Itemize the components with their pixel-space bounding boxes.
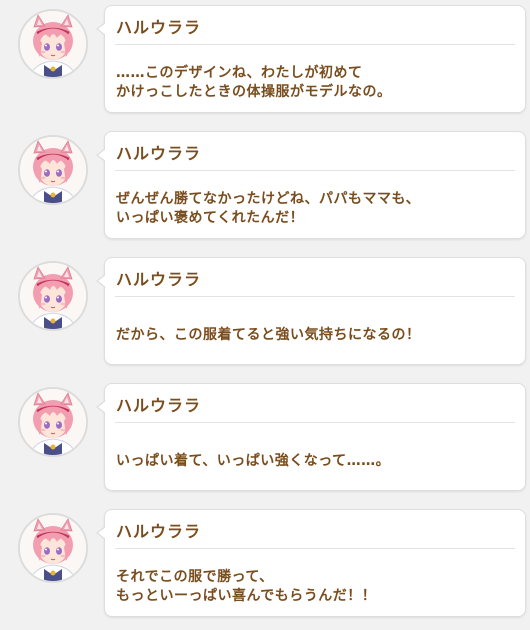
dialogue-log[interactable]: ハルウララ ……このデザインね、わたしが初めてかけっこしたときの体操服がモデルなの… (0, 0, 530, 630)
speech-bubble: ハルウララぜんぜん勝てなかったけどね、パパもママも、 いっぱい褒めてくれたんだ！ (96, 131, 526, 239)
dialogue-line: ……このデザインね、わたしが初めて (116, 65, 363, 81)
dialogue-line: だから、この服着てると強い気持ちになるの！ (116, 327, 421, 343)
speaker-name: ハルウララ (116, 396, 202, 415)
dialogue-entry: ハルウララだから、この服着てると強い気持ちになるの！ (0, 252, 530, 370)
speaker-name: ハルウララ (116, 522, 202, 541)
haru-urara-portrait-icon (18, 261, 88, 331)
divider (115, 548, 515, 549)
divider (115, 170, 515, 171)
haru-urara-portrait-icon (18, 513, 88, 583)
dialogue-entry: ハルウララそれでこの服で勝って、もっといーっぱい喜んでもらうんだ！！ (0, 504, 530, 622)
dialogue-line: それでこの服で勝って、 (116, 569, 274, 585)
speaker-name: ハルウララ (116, 18, 202, 37)
speech-bubble: ハルウララいっぱい着て、いっぱい強くなって……。 (96, 383, 526, 491)
divider (115, 422, 515, 423)
speech-bubble: ハルウララだから、この服着てると強い気持ちになるの！ (96, 257, 526, 365)
dialogue-entry: ハルウララいっぱい着て、いっぱい強くなって……。 (0, 378, 530, 496)
dialogue-entry: ハルウララ ……このデザインね、わたしが初めてかけっこしたときの体操服がモデルなの… (0, 0, 530, 118)
dialogue-line: いっぱい褒めてくれたんだ！ (116, 210, 305, 226)
dialogue-line: もっといーっぱい喜んでもらうんだ！！ (116, 588, 377, 604)
divider (115, 44, 515, 45)
haru-urara-portrait-icon (18, 135, 88, 205)
dialogue-line: かけっこしたときの体操服がモデルなの。 (116, 84, 392, 100)
speaker-name: ハルウララ (116, 144, 202, 163)
dialogue-entry: ハルウララぜんぜん勝てなかったけどね、パパもママも、 いっぱい褒めてくれたんだ！ (0, 126, 530, 244)
divider (115, 296, 515, 297)
haru-urara-portrait-icon (18, 9, 88, 79)
haru-urara-portrait-icon (18, 387, 88, 457)
speaker-name: ハルウララ (116, 270, 202, 289)
speech-bubble: ハルウララそれでこの服で勝って、もっといーっぱい喜んでもらうんだ！！ (96, 509, 526, 617)
speech-bubble: ハルウララ ……このデザインね、わたしが初めてかけっこしたときの体操服がモデルなの… (96, 5, 526, 113)
dialogue-line: いっぱい着て、いっぱい強くなって……。 (116, 453, 391, 469)
dialogue-line: ぜんぜん勝てなかったけどね、パパもママも、 (116, 191, 421, 207)
